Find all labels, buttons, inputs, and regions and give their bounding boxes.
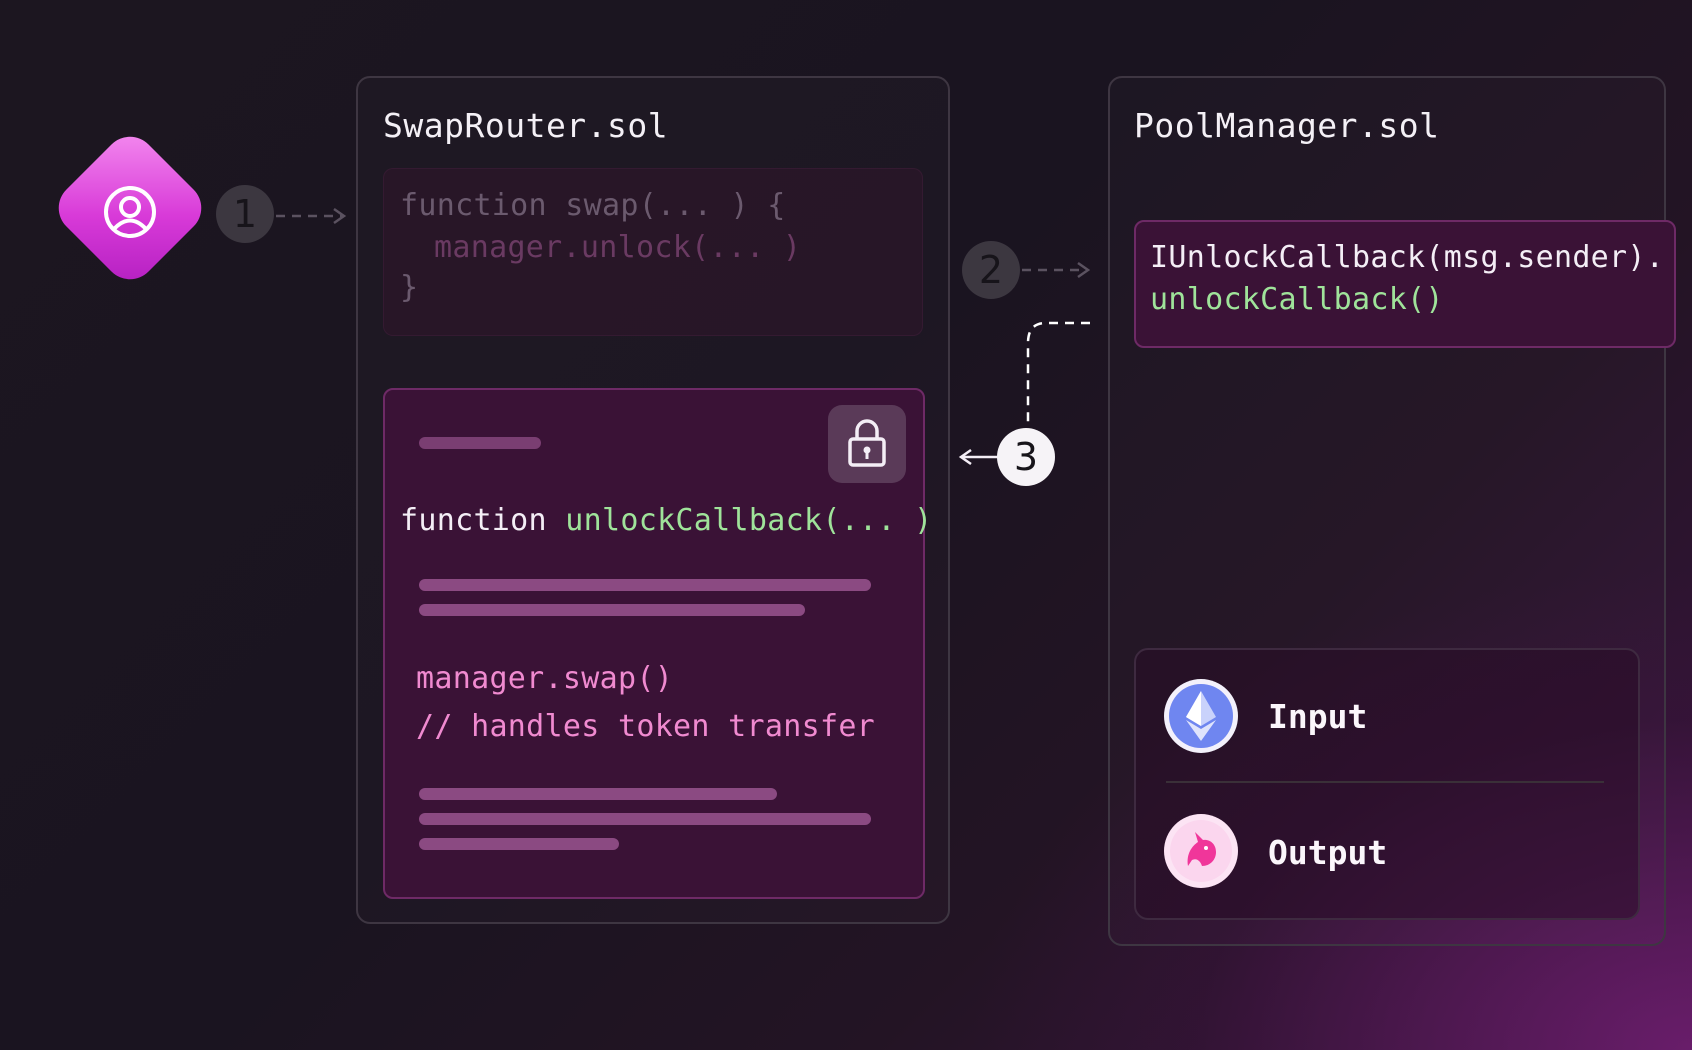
step-2-number: 2 xyxy=(978,248,1004,292)
token-divider xyxy=(1166,781,1604,783)
callback-keyword: function xyxy=(400,503,566,538)
lock-icon xyxy=(848,419,886,467)
swap-fn-line-2: manager.unlock(... ) xyxy=(434,230,802,265)
pool-manager-title: PoolManager.sol xyxy=(1134,106,1440,145)
step-2-badge: 2 xyxy=(962,241,1020,299)
uniswap-unicorn-icon xyxy=(1164,814,1238,888)
user-icon xyxy=(104,186,156,238)
callback-return-path-icon xyxy=(1026,321,1090,425)
step-1-number: 1 xyxy=(232,192,258,236)
arrow-1-icon xyxy=(276,207,347,225)
swap-comment: // handles token transfer xyxy=(416,709,876,744)
placeholder-bar xyxy=(419,604,805,616)
placeholder-bar xyxy=(419,788,777,800)
swap-call: manager.swap() xyxy=(416,661,674,696)
ethereum-icon xyxy=(1164,679,1238,753)
swap-fn-line-3: } xyxy=(400,270,419,305)
token-input-label: Input xyxy=(1268,697,1368,736)
callback-call-line-2: unlockCallback() xyxy=(1150,282,1444,317)
placeholder-bar xyxy=(419,813,871,825)
placeholder-bar xyxy=(419,838,619,850)
step-3-number: 3 xyxy=(1013,435,1039,479)
step-1-badge: 1 xyxy=(216,185,274,243)
callback-name: unlockCallback(... ) xyxy=(565,503,933,538)
swap-fn-line-1: function swap(... ) { xyxy=(400,188,786,223)
callback-signature: function unlockCallback(... ) xyxy=(400,503,933,538)
placeholder-bar xyxy=(419,579,871,591)
arrow-2-icon xyxy=(1022,261,1091,279)
token-output-label: Output xyxy=(1268,833,1388,872)
placeholder-bar xyxy=(419,437,541,449)
swap-router-title: SwapRouter.sol xyxy=(383,106,669,145)
arrow-3-icon xyxy=(958,448,998,466)
step-3-badge: 3 xyxy=(997,428,1055,486)
callback-call-line-1: IUnlockCallback(msg.sender). xyxy=(1150,240,1665,275)
